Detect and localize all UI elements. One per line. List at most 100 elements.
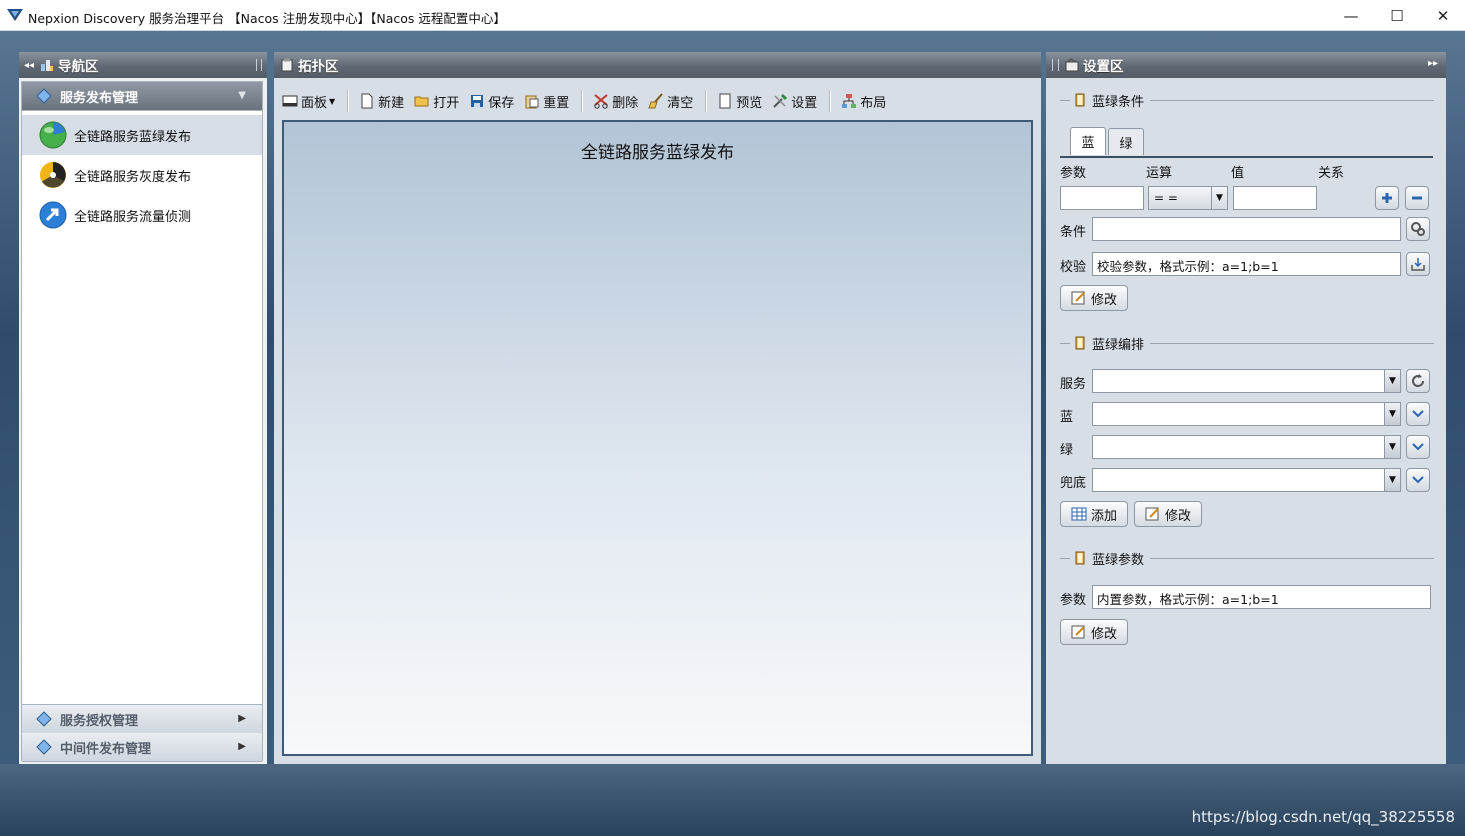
reset-button[interactable]: 重置 — [524, 92, 569, 111]
params-input[interactable]: 内置参数，格式示例：a=1;b=1 — [1092, 585, 1431, 609]
nav-group-service-release[interactable]: 服务发布管理 ▼ — [22, 82, 262, 111]
settings-panel-title: 设置区 — [1083, 59, 1124, 75]
layout-tree-icon — [842, 94, 857, 108]
blue-dropdown-button[interactable] — [1406, 402, 1430, 426]
open-button[interactable]: 打开 — [414, 92, 459, 111]
verify-run-button[interactable] — [1406, 252, 1430, 276]
topology-canvas[interactable]: 全链路服务蓝绿发布 — [282, 120, 1033, 756]
preview-button[interactable]: 预览 — [717, 92, 762, 111]
modify-label: 修改 — [1091, 626, 1118, 642]
params-modify-button[interactable]: 修改 — [1060, 619, 1129, 645]
broom-icon — [648, 93, 664, 109]
nav-group-service-auth[interactable]: 服务授权管理 ▶ — [22, 704, 262, 734]
verify-tray-icon — [1411, 258, 1425, 271]
radiation-icon — [40, 162, 66, 188]
col-relation-label: 关系 — [1318, 166, 1345, 181]
chevron-right-icon: ▶ — [238, 713, 246, 724]
fallback-label: 兜底 — [1060, 476, 1087, 491]
edit-icon — [1071, 625, 1085, 639]
topology-panel-title: 拓扑区 — [298, 59, 339, 75]
section-arrange-label: 蓝绿编排 — [1092, 337, 1145, 353]
section-rule — [1150, 557, 1435, 559]
tab-blue[interactable]: 蓝 — [1070, 127, 1106, 155]
toolbar-separator — [705, 90, 708, 112]
nav-item-gray-release[interactable]: 全链路服务灰度发布 — [22, 155, 262, 195]
fallback-dropdown-button[interactable] — [1406, 468, 1430, 492]
maximize-button[interactable]: ☐ — [1374, 0, 1420, 31]
edit-icon — [1071, 291, 1085, 305]
section-rule — [1060, 342, 1070, 344]
fallback-select[interactable]: ▼ — [1092, 468, 1401, 492]
new-button[interactable]: 新建 — [359, 92, 404, 111]
section-condition-title: 蓝绿条件 — [1060, 91, 1435, 110]
settings-button[interactable]: 设置 — [772, 92, 817, 111]
panel-menu-button[interactable]: 面板 ▼ — [282, 92, 335, 111]
collapse-left-icon[interactable]: ◂◂ — [24, 60, 34, 71]
chevron-down-icon: ▼ — [238, 90, 246, 101]
toolbar-separator — [347, 90, 350, 112]
modify-label: 修改 — [1091, 292, 1118, 308]
panel-grip[interactable] — [256, 59, 262, 71]
reset-clipboard-icon — [525, 95, 539, 109]
condition-modify-button[interactable]: 修改 — [1060, 285, 1129, 311]
operator-select[interactable]: = = ▼ — [1148, 186, 1228, 210]
canvas-title: 全链路服务蓝绿发布 — [581, 143, 734, 163]
collapse-right-icon[interactable]: ▸▸ — [1428, 58, 1438, 69]
panel-grip[interactable] — [1052, 59, 1059, 71]
remove-condition-button[interactable] — [1405, 186, 1429, 210]
condition-gear-button[interactable] — [1406, 217, 1430, 241]
panel-icon — [282, 95, 298, 107]
condition-input[interactable] — [1092, 217, 1401, 241]
nav-group-label: 服务授权管理 — [60, 713, 139, 729]
col-value-label: 值 — [1231, 166, 1245, 181]
refresh-icon — [1412, 374, 1425, 388]
value-input[interactable] — [1233, 186, 1317, 210]
gem-icon — [36, 711, 52, 727]
section-rule — [1060, 557, 1070, 559]
window-title: Nepxion Discovery 服务治理平台 【Nacos 注册发现中心】【… — [28, 11, 506, 26]
add-condition-button[interactable] — [1375, 186, 1399, 210]
minimize-button[interactable]: — — [1328, 0, 1374, 31]
chevron-down-icon: ▼ — [329, 96, 336, 106]
chevron-down-icon: ▼ — [1384, 403, 1400, 425]
refresh-service-button[interactable] — [1406, 369, 1430, 393]
section-rule — [1060, 99, 1070, 101]
gears-icon — [1411, 222, 1425, 236]
clear-button[interactable]: 清空 — [648, 92, 693, 111]
section-rule — [1150, 342, 1435, 344]
params-label: 参数 — [1060, 593, 1087, 608]
layout-label: 布局 — [860, 95, 887, 111]
layout-button[interactable]: 布局 — [841, 92, 886, 111]
edit-icon — [1145, 507, 1159, 521]
chevron-down-icon: ▼ — [1384, 370, 1400, 392]
nav-item-blue-green[interactable]: 全链路服务蓝绿发布 — [22, 115, 262, 155]
service-select[interactable]: ▼ — [1092, 369, 1401, 393]
arrange-modify-button[interactable]: 修改 — [1134, 501, 1203, 527]
col-param-label: 参数 — [1060, 166, 1087, 181]
param-input[interactable] — [1060, 186, 1144, 210]
toolbar-separator — [581, 90, 584, 112]
green-select[interactable]: ▼ — [1092, 435, 1401, 459]
nav-item-traffic-inspect[interactable]: 全链路服务流量侦测 — [22, 195, 262, 235]
nav-item-label: 全链路服务灰度发布 — [74, 169, 192, 185]
navigation-icon — [41, 60, 54, 71]
green-dropdown-button[interactable] — [1406, 435, 1430, 459]
delete-button[interactable]: 删除 — [593, 92, 638, 111]
navigation-body: 服务发布管理 ▼ 全链路服务蓝绿发布 全链路服务灰度发布 全链路服务流量侦测 服… — [21, 81, 263, 762]
clear-label: 清空 — [667, 95, 694, 111]
chevron-down-icon: ▼ — [1211, 187, 1227, 209]
verify-input[interactable]: 校验参数，格式示例：a=1;b=1 — [1092, 252, 1401, 276]
blue-select[interactable]: ▼ — [1092, 402, 1401, 426]
arrange-add-button[interactable]: 添加 — [1060, 501, 1129, 527]
col-op-label: 运算 — [1146, 166, 1173, 181]
nav-group-middleware[interactable]: 中间件发布管理 ▶ — [22, 733, 262, 762]
blue-arrow-icon — [39, 201, 67, 229]
window-title-bar: Nepxion Discovery 服务治理平台 【Nacos 注册发现中心】【… — [0, 0, 1465, 31]
new-label: 新建 — [378, 95, 405, 111]
save-button[interactable]: 保存 — [469, 92, 514, 111]
section-params-title: 蓝绿参数 — [1060, 549, 1435, 568]
preview-label: 预览 — [736, 95, 763, 111]
tab-green[interactable]: 绿 — [1108, 128, 1144, 155]
save-label: 保存 — [488, 95, 515, 111]
close-button[interactable]: ✕ — [1420, 0, 1465, 31]
